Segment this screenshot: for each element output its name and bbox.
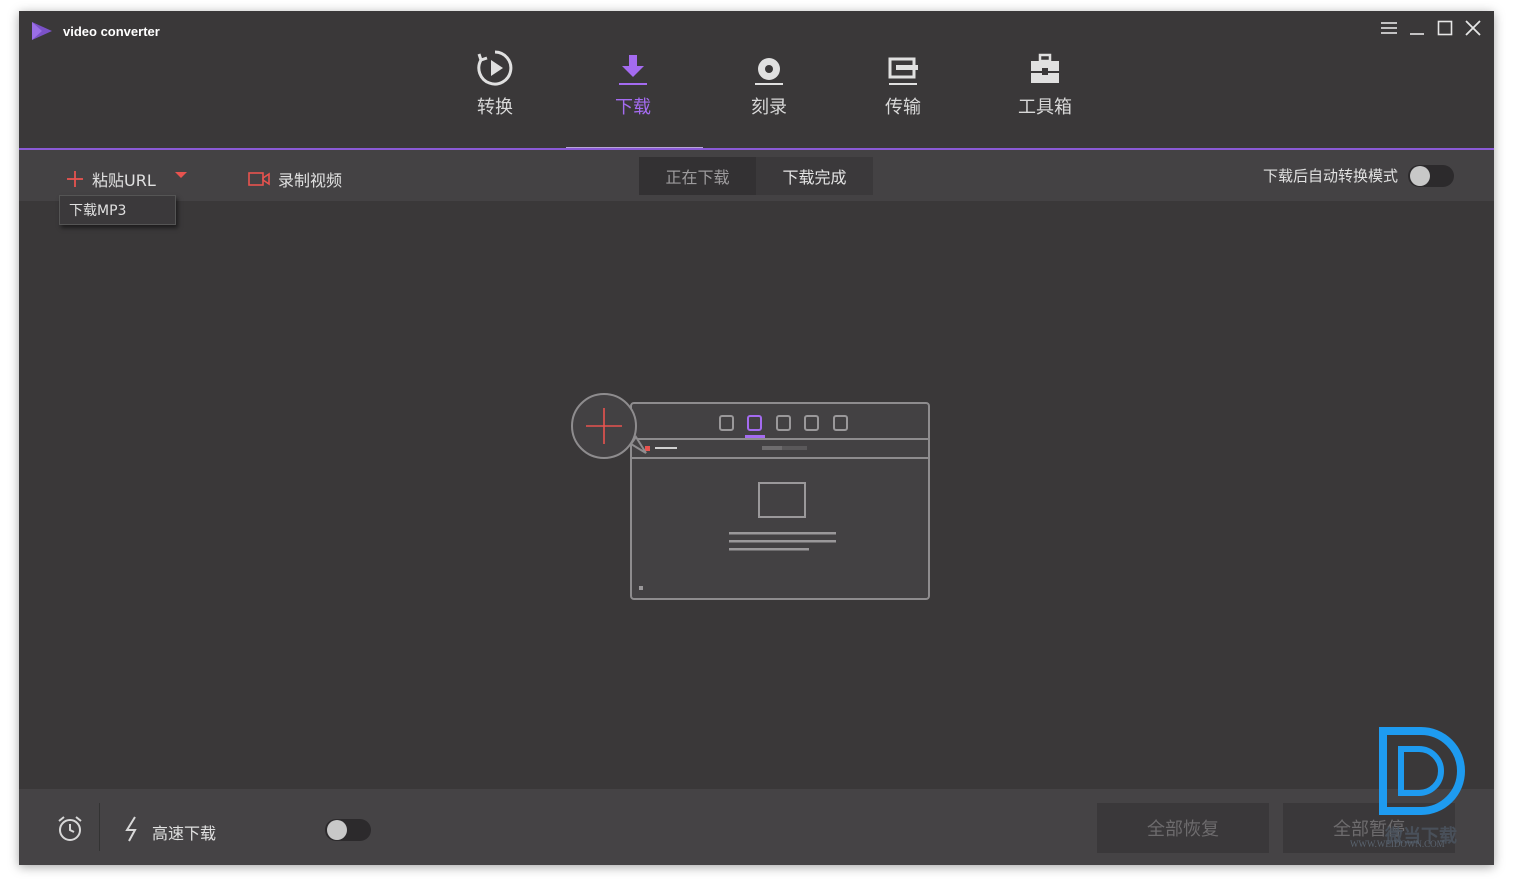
tab-download-label: 下载 — [615, 97, 651, 118]
download-mp3-menu-item[interactable]: 下载MP3 — [59, 195, 176, 225]
tab-transfer-label: 传输 — [885, 97, 921, 118]
auto-convert-toggle[interactable] — [1408, 165, 1454, 187]
app-logo-icon — [32, 22, 52, 40]
app-title: video converter — [63, 23, 160, 39]
bottom-divider — [99, 803, 100, 851]
lightning-icon — [123, 815, 141, 847]
toggle-knob — [327, 820, 347, 840]
tab-transfer[interactable]: 传输 — [848, 47, 958, 119]
menu-icon[interactable] — [1378, 17, 1400, 39]
paste-url-label: 粘贴URL — [92, 171, 156, 190]
window-controls — [1378, 17, 1484, 39]
tab-toolbox[interactable]: 工具箱 — [990, 47, 1100, 119]
tab-download[interactable]: 下载 — [578, 47, 688, 119]
close-icon[interactable] — [1462, 17, 1484, 39]
tab-downloading[interactable]: 正在下载 — [639, 157, 756, 195]
app-window: video converter 转换 下载 刻录 传输 工具箱 粘贴URL 录制… — [19, 11, 1494, 865]
bottom-bar: 高速下载 全部恢复 全部暂停 — [19, 789, 1494, 865]
maximize-icon[interactable] — [1434, 17, 1456, 39]
toolbox-icon — [990, 47, 1100, 87]
transfer-icon — [848, 47, 958, 87]
alarm-clock-icon[interactable] — [55, 814, 85, 848]
tab-burn-label: 刻录 — [751, 97, 787, 118]
app-logo: video converter — [31, 22, 160, 40]
tab-toolbox-label: 工具箱 — [1018, 97, 1072, 118]
tab-burn[interactable]: 刻录 — [714, 47, 824, 119]
download-toolbar: 粘贴URL 录制视频 正在下载 下载完成 下载后自动转换模式 — [19, 150, 1494, 201]
record-video-button[interactable]: 录制视频 — [248, 167, 342, 191]
toggle-knob — [1410, 166, 1430, 186]
paste-url-button[interactable]: 粘贴URL — [66, 167, 156, 191]
camera-icon — [248, 172, 270, 186]
resume-all-button[interactable]: 全部恢复 — [1097, 803, 1269, 853]
plus-icon — [67, 171, 83, 187]
tab-convert-label: 转换 — [477, 97, 513, 118]
caret-down-icon — [175, 172, 187, 178]
tab-convert[interactable]: 转换 — [440, 47, 550, 119]
tab-completed[interactable]: 下载完成 — [756, 157, 873, 195]
title-nav-bar: video converter 转换 下载 刻录 传输 工具箱 — [19, 11, 1494, 149]
download-arrow-icon — [578, 47, 688, 87]
high-speed-label: 高速下载 — [152, 824, 217, 843]
download-status-tabs: 正在下载 下载完成 — [639, 157, 873, 195]
paste-url-dropdown[interactable] — [175, 172, 187, 180]
auto-convert-label: 下载后自动转换模式 — [1262, 167, 1398, 185]
watermark-url: WWW.WEIDOWN.COM — [1350, 839, 1445, 849]
main-nav: 转换 下载 刻录 传输 工具箱 — [19, 47, 1494, 147]
minimize-icon[interactable] — [1406, 17, 1428, 39]
burn-disc-icon — [714, 47, 824, 87]
convert-play-icon — [440, 47, 550, 87]
record-video-label: 录制视频 — [278, 171, 343, 190]
high-speed-toggle[interactable] — [325, 819, 371, 841]
empty-state-illustration — [569, 379, 934, 608]
